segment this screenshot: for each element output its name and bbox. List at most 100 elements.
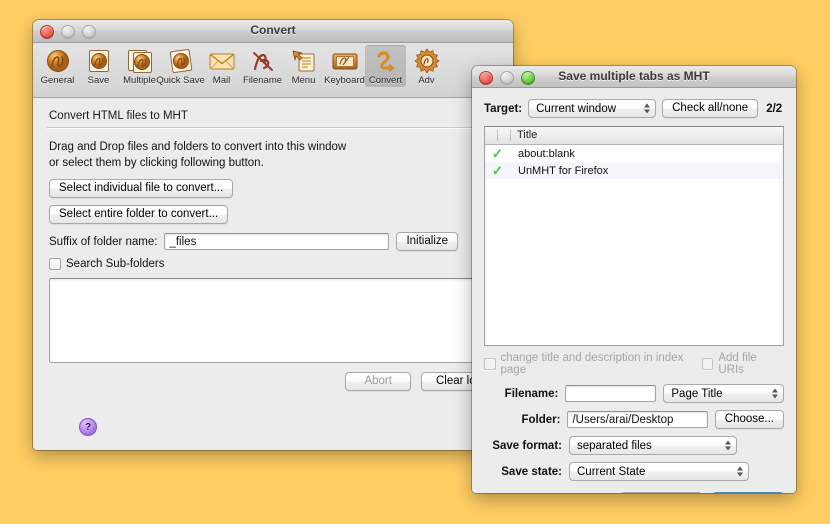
- toolbar-item-label: Menu: [291, 75, 316, 86]
- index-options-row: change title and description in index pa…: [484, 352, 782, 376]
- abort-button[interactable]: Abort: [345, 372, 411, 391]
- select-entire-folder-button[interactable]: Select entire folder to convert...: [49, 205, 229, 224]
- save-state-row: Save state: Current State: [484, 462, 784, 481]
- save-multiple-tabs-dialog: Save multiple tabs as MHT Target: Curren…: [472, 66, 796, 493]
- toolbar-item-label: Filename: [242, 75, 283, 86]
- save-button[interactable]: Save: [711, 492, 784, 493]
- change-title-checkbox[interactable]: [484, 358, 496, 370]
- add-file-uris-row[interactable]: Add file URIs: [701, 352, 782, 376]
- cancel-button[interactable]: Cancel: [619, 492, 702, 493]
- check-all-none-button[interactable]: Check all/none: [662, 99, 759, 118]
- keyboard-icon: [330, 47, 360, 75]
- save-format-row: Save format: separated files: [484, 436, 784, 455]
- table-row[interactable]: ✓ UnMHT for Firefox: [485, 162, 783, 179]
- save-state-label: Save state:: [501, 465, 562, 478]
- toolbar-item-label: Adv: [418, 75, 435, 86]
- convert-icon: [371, 47, 401, 75]
- tab-list-header-title[interactable]: Title: [511, 127, 537, 144]
- row-title: UnMHT for Firefox: [518, 164, 609, 177]
- tab-list-header: Title: [485, 127, 783, 145]
- checkmark-icon: ✓: [492, 146, 503, 161]
- filename-label: Filename:: [504, 387, 559, 400]
- dialog-buttons: Cancel Save: [484, 492, 784, 493]
- target-select-value: Current window: [536, 103, 617, 115]
- row-checkbox[interactable]: ✓: [485, 147, 510, 160]
- chevron-updown-icon: [724, 439, 731, 452]
- toolbar-item-label: Save: [87, 75, 110, 86]
- toolbar-item-mail[interactable]: Mail: [201, 45, 242, 87]
- preferences-toolbar: General Save Multiple Quick Save Mail Filenam…: [33, 43, 513, 98]
- filename-icon: [248, 47, 278, 75]
- save-dialog-titlebar[interactable]: Save multiple tabs as MHT: [472, 66, 796, 88]
- toolbar-item-filename[interactable]: Filename: [242, 45, 283, 87]
- add-file-uris-checkbox[interactable]: [701, 358, 714, 370]
- choose-folder-button[interactable]: Choose...: [714, 410, 784, 429]
- folder-input[interactable]: /Users/arai/Desktop: [567, 411, 708, 428]
- convert-window-titlebar[interactable]: Convert: [33, 20, 513, 43]
- select-individual-file-button[interactable]: Select individual file to convert...: [49, 179, 234, 198]
- filename-mode-select[interactable]: Page Title: [663, 384, 784, 403]
- filename-input[interactable]: [565, 385, 657, 402]
- target-select[interactable]: Current window: [528, 99, 657, 118]
- toolbar-item-save[interactable]: Save: [78, 45, 119, 87]
- tab-count-label: 2/2: [766, 102, 783, 115]
- section-title: Convert HTML files to MHT: [49, 110, 188, 122]
- convert-window: Convert General Save Multiple Quick Save Mai…: [33, 20, 513, 450]
- filename-mode-value: Page Title: [671, 388, 723, 400]
- general-icon: [43, 47, 73, 75]
- change-title-row[interactable]: change title and description in index pa…: [484, 352, 702, 376]
- log-output[interactable]: [49, 278, 499, 363]
- toolbar-item-convert[interactable]: Convert: [365, 45, 406, 87]
- search-subfolders-checkbox[interactable]: [49, 258, 61, 270]
- toolbar-item-keyboard[interactable]: Keyboard: [324, 45, 365, 87]
- checkmark-icon: ✓: [492, 163, 503, 178]
- chevron-updown-icon: [736, 465, 743, 478]
- advanced-icon: [412, 47, 442, 75]
- save-icon: [84, 47, 114, 75]
- save-state-select[interactable]: Current State: [569, 462, 749, 481]
- save-dialog-body: Target: Current window Check all/none 2/…: [472, 88, 796, 493]
- suffix-row: Suffix of folder name: _files Initialize: [49, 232, 499, 251]
- toolbar-item-label: Quick Save: [156, 75, 205, 86]
- row-title: about:blank: [518, 147, 575, 160]
- toolbar-item-label: Keyboard: [324, 75, 365, 86]
- save-dialog-title: Save multiple tabs as MHT: [558, 69, 710, 83]
- suffix-input[interactable]: _files: [164, 233, 390, 250]
- initialize-button[interactable]: Initialize: [396, 232, 459, 251]
- toolbar-item-menu[interactable]: Menu: [283, 45, 324, 87]
- change-title-label: change title and description in index pa…: [500, 352, 684, 376]
- toolbar-item-label: Convert: [368, 75, 403, 86]
- instructions-line2: or select them by clicking following but…: [49, 157, 264, 169]
- search-subfolders-row[interactable]: Search Sub-folders: [49, 258, 499, 270]
- save-format-label: Save format:: [492, 439, 562, 452]
- save-state-value: Current State: [577, 466, 646, 478]
- save-format-select[interactable]: separated files: [569, 436, 737, 455]
- menu-icon: [289, 47, 319, 75]
- multiple-icon: [125, 47, 155, 75]
- mail-icon: [207, 47, 237, 75]
- folder-label: Folder:: [521, 413, 561, 426]
- quick-save-icon: [166, 47, 196, 75]
- help-button[interactable]: ?: [79, 418, 97, 436]
- table-row[interactable]: ✓ about:blank: [485, 145, 783, 162]
- section-divider: [47, 127, 499, 129]
- toolbar-item-label: General: [40, 75, 75, 86]
- toolbar-item-label: Multiple: [123, 75, 156, 86]
- filename-row: Filename: Page Title: [484, 384, 784, 403]
- toolbar-item-multiple[interactable]: Multiple: [119, 45, 160, 87]
- search-subfolders-label: Search Sub-folders: [66, 258, 165, 270]
- convert-pane: Convert HTML files to MHT Drag and Drop …: [33, 98, 513, 450]
- toolbar-item-adv[interactable]: Adv: [406, 45, 447, 87]
- tab-list-header-check[interactable]: [485, 130, 510, 141]
- target-row: Target: Current window Check all/none 2/…: [484, 99, 784, 118]
- chevron-updown-icon: [771, 387, 778, 400]
- folder-row: Folder: /Users/arai/Desktop Choose...: [484, 410, 784, 429]
- log-buttons: Abort Clear log: [47, 372, 497, 391]
- toolbar-item-quick-save[interactable]: Quick Save: [156, 45, 205, 87]
- instructions: Drag and Drop files and folders to conve…: [49, 139, 499, 171]
- row-checkbox[interactable]: ✓: [485, 164, 510, 177]
- toolbar-item-label: Mail: [212, 75, 231, 86]
- suffix-label: Suffix of folder name:: [49, 235, 158, 248]
- tab-list[interactable]: Title ✓ about:blank ✓ UnMHT for Firefox: [484, 126, 784, 346]
- toolbar-item-general[interactable]: General: [37, 45, 78, 87]
